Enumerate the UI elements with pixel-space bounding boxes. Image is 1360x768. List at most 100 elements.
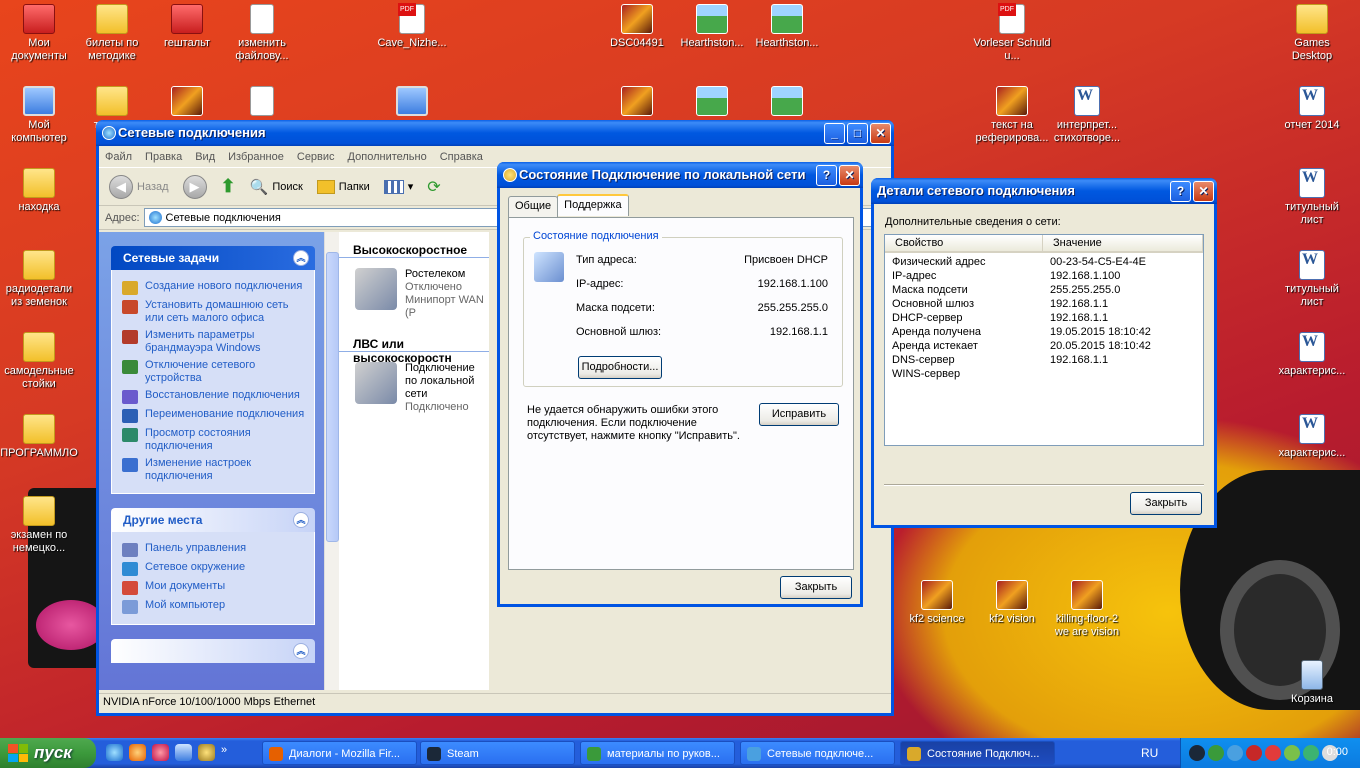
desktop-icon[interactable]: гештальт [148, 4, 226, 50]
help-button[interactable]: ? [1170, 181, 1191, 202]
details-titlebar[interactable]: Детали сетевого подключения ? ✕ [871, 178, 1217, 204]
taskbar-button[interactable]: Steam [420, 741, 575, 765]
desktop-icon[interactable]: находка [0, 168, 78, 214]
browser-icon[interactable] [129, 744, 146, 761]
task-link[interactable]: Изменение настроек подключения [122, 457, 308, 483]
other-places-header[interactable]: Другие места ︽ [111, 508, 315, 532]
menu-item[interactable]: Дополнительно [348, 151, 427, 163]
tray-icon[interactable] [1227, 745, 1243, 761]
desktop-icon[interactable]: изменить файлову... [223, 4, 301, 63]
details-header[interactable]: ︽ [111, 639, 315, 663]
close-button[interactable]: ✕ [839, 165, 860, 186]
desktop-icon[interactable]: Games Desktop [1273, 4, 1351, 63]
search-button[interactable]: 🔍 Поиск [246, 176, 307, 198]
collapse-icon[interactable]: ︽ [293, 512, 309, 528]
desktop-icon[interactable]: killing-floor-2 we are vision [1048, 580, 1126, 639]
desktop-icon[interactable]: радиодетали из земенок [0, 250, 78, 309]
opera-tray-icon[interactable] [1265, 745, 1281, 761]
desktop-icon[interactable]: DSC04491 [598, 4, 676, 50]
task-link[interactable]: Восстановление подключения [122, 389, 308, 404]
task-link[interactable]: Создание нового подключения [122, 280, 308, 295]
column-value[interactable]: Значение [1043, 235, 1203, 251]
app-icon[interactable] [198, 744, 215, 761]
desktop-icon[interactable]: kf2 science [898, 580, 976, 626]
antivirus-tray-icon[interactable] [1303, 745, 1319, 761]
close-dialog-button[interactable]: Закрыть [780, 576, 852, 599]
forward-button[interactable]: ▶ [179, 173, 211, 201]
desktop-icon[interactable]: титульный лист [1273, 250, 1351, 309]
desktop-icon[interactable] [748, 86, 826, 119]
language-indicator[interactable]: RU [1141, 746, 1158, 760]
table-row[interactable]: Маска подсети 255.255.255.0 [885, 283, 1203, 297]
collapse-icon[interactable]: ︽ [293, 250, 309, 266]
task-link[interactable]: Отключение сетевого устройства [122, 359, 308, 385]
desktop-icon[interactable]: экзамен по немецко... [0, 496, 78, 555]
network-tasks-header[interactable]: Сетевые задачи ︽ [111, 246, 315, 270]
show-desktop-icon[interactable] [175, 744, 192, 761]
desktop-icon[interactable]: характерис... [1273, 332, 1351, 378]
table-row[interactable]: Аренда истекает 20.05.2015 18:10:42 [885, 339, 1203, 353]
tab-support[interactable]: Поддержка [557, 194, 629, 216]
steam-tray-icon[interactable] [1189, 745, 1205, 761]
desktop-icon[interactable]: характерис... [1273, 414, 1351, 460]
column-property[interactable]: Свойство [885, 235, 1043, 251]
desktop-icon[interactable]: Hearthston... [673, 4, 751, 50]
table-row[interactable]: DNS-сервер 192.168.1.1 [885, 353, 1203, 367]
scrollbar-thumb[interactable] [326, 252, 339, 542]
desktop-icon[interactable] [223, 86, 301, 119]
close-button[interactable]: ✕ [1193, 181, 1214, 202]
media-icon[interactable] [152, 744, 169, 761]
details-close-button[interactable]: Закрыть [1130, 492, 1202, 515]
explorer-titlebar[interactable]: Сетевые подключения _ □ ✕ [96, 120, 894, 146]
desktop-icon[interactable]: отчет 2014 [1273, 86, 1351, 132]
desktop-icon[interactable]: текст на реферирова... [973, 86, 1051, 145]
desktop-icon[interactable]: интерпрет... стихотворе... [1048, 86, 1126, 145]
connection-item[interactable]: Подключение по локальной сети Подключено [339, 352, 489, 414]
more-icon[interactable]: » [221, 744, 238, 761]
task-link[interactable]: Мои документы [122, 580, 308, 595]
help-button[interactable]: ? [816, 165, 837, 186]
desktop-icon[interactable]: титульный лист [1273, 168, 1351, 227]
repair-button[interactable]: Исправить [759, 403, 839, 426]
collapse-icon[interactable]: ︽ [293, 643, 309, 659]
details-button[interactable]: Подробности... [578, 356, 662, 379]
desktop-icon[interactable]: Корзина [1273, 660, 1351, 706]
task-link[interactable]: Мой компьютер [122, 599, 308, 614]
table-row[interactable]: Аренда получена 19.05.2015 18:10:42 [885, 325, 1203, 339]
up-button[interactable]: ⬆ [217, 174, 240, 199]
sync-button[interactable]: ⟳ [423, 175, 444, 199]
taskbar-button[interactable]: Сетевые подключе... [740, 741, 895, 765]
utorrent-tray-icon[interactable] [1208, 745, 1224, 761]
network-tray-icon[interactable] [1284, 745, 1300, 761]
taskbar-button[interactable]: Состояние Подключ... [900, 741, 1055, 765]
desktop-icon[interactable]: самодельные стойки [0, 332, 78, 391]
table-row[interactable]: Основной шлюз 192.168.1.1 [885, 297, 1203, 311]
desktop-icon[interactable]: Мой компьютер [0, 86, 78, 145]
desktop-icon[interactable]: Мои документы [0, 4, 78, 63]
desktop-icon[interactable] [673, 86, 751, 119]
taskbar-button[interactable]: Диалоги - Mozilla Fir... [262, 741, 417, 765]
desktop-icon[interactable] [148, 86, 226, 119]
table-row[interactable]: DHCP-сервер 192.168.1.1 [885, 311, 1203, 325]
desktop-icon[interactable] [373, 86, 451, 119]
task-link[interactable]: Переименование подключения [122, 408, 308, 423]
start-button[interactable]: пуск [0, 738, 96, 768]
details-listview[interactable]: Свойство Значение Физический адрес 00-23-… [884, 234, 1204, 446]
menu-item[interactable]: Избранное [228, 151, 284, 163]
table-row[interactable]: WINS-сервер [885, 367, 1203, 381]
menu-item[interactable]: Вид [195, 151, 215, 163]
desktop-icon[interactable]: Vorleser Schuld u... [973, 3, 1051, 63]
task-link[interactable]: Установить домашнюю сеть или сеть малого… [122, 299, 308, 325]
maximize-button[interactable]: □ [847, 123, 868, 144]
desktop-icon[interactable]: билеты по методике [73, 4, 151, 63]
menu-item[interactable]: Сервис [297, 151, 335, 163]
table-row[interactable]: Физический адрес 00-23-54-C5-E4-4E [885, 255, 1203, 269]
desktop-icon[interactable] [598, 86, 676, 119]
back-button[interactable]: ◀ Назад [105, 173, 173, 201]
desktop-icon[interactable]: Hearthston... [748, 4, 826, 50]
clock[interactable]: 0:00 [1327, 746, 1348, 758]
views-button[interactable]: ▾ [380, 178, 418, 196]
connection-item[interactable]: Ростелеком Отключено Минипорт WAN (P [339, 258, 489, 320]
ie-icon[interactable] [106, 744, 123, 761]
task-pane-scrollbar[interactable] [324, 232, 340, 690]
